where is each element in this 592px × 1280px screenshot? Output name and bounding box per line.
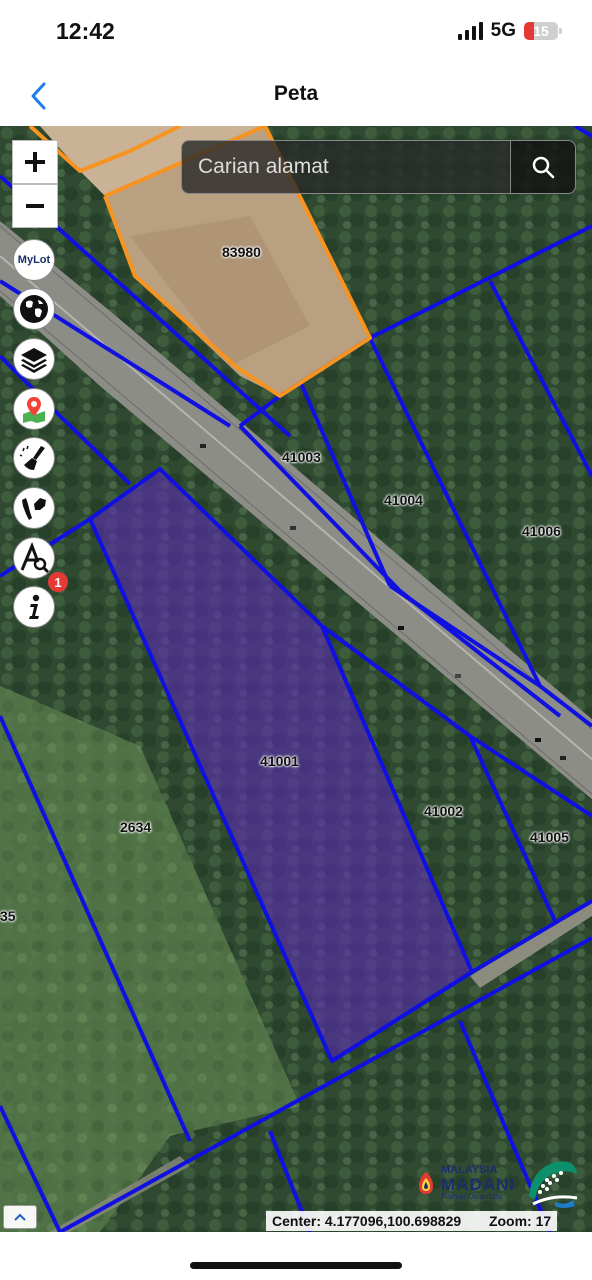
center-coordinates: Center: 4.177096,100.698829: [272, 1213, 462, 1229]
mylot-icon: MyLot: [17, 254, 51, 266]
page-title: Peta: [273, 82, 319, 105]
mylot-button[interactable]: MyLot: [13, 239, 55, 281]
location-button[interactable]: [13, 388, 55, 430]
lot-label: 83980: [222, 244, 261, 260]
lot-label: 2634: [120, 819, 152, 835]
navigation-bar: Peta: [0, 66, 592, 127]
agency-logo-icon: [529, 1161, 578, 1208]
search-input[interactable]: Carian alamat: [181, 140, 511, 194]
zoom-level: Zoom: 17: [488, 1213, 552, 1229]
malaysia-madani-logo: MALAYSIA MADANI Rakyat Disantuni: [415, 1165, 515, 1201]
lot-label: 41002: [424, 803, 463, 819]
layers-button[interactable]: [13, 338, 55, 380]
lot-label: 41006: [522, 523, 561, 539]
madani-line-2: MADANI: [441, 1175, 515, 1194]
network-type: 5G: [490, 20, 516, 41]
info-icon: [29, 594, 40, 619]
search-placeholder: Carian alamat: [198, 155, 329, 178]
map-marker-icon: [23, 397, 45, 423]
malaysia-map-button[interactable]: [13, 487, 55, 529]
battery-level: 15: [533, 23, 549, 39]
info-button[interactable]: [13, 586, 55, 628]
eraser-icon: [19, 445, 45, 470]
search-button[interactable]: [510, 140, 576, 194]
lot-label: 35: [0, 908, 16, 924]
madani-tagline: Rakyat Disantuni: [441, 1192, 502, 1201]
search-icon: [532, 156, 555, 179]
status-indicators: 5G 15: [457, 20, 562, 42]
malaysia-map-icon: [22, 498, 46, 520]
minus-icon: [26, 204, 44, 208]
info-badge: 1: [48, 572, 68, 592]
lot-label: 41003: [282, 449, 321, 465]
bottom-safe-area: [0, 1232, 592, 1280]
basemap-button[interactable]: [13, 288, 55, 330]
map-view[interactable]: 83980 41003 41004 41006 41001 2634 41002…: [0, 126, 592, 1232]
measure-icon: [20, 542, 50, 574]
signal-icon: [457, 22, 483, 40]
lot-label: 41005: [530, 829, 569, 845]
zoom-in-button[interactable]: [12, 140, 58, 184]
measure-button[interactable]: [13, 537, 55, 579]
map-coordinates: Center: 4.177096,100.698829 Zoom: 17: [266, 1211, 558, 1231]
battery-icon: 15: [524, 22, 562, 40]
layers-icon: [21, 348, 47, 373]
status-time: 12:42: [56, 18, 115, 44]
plus-icon: [25, 152, 45, 172]
clear-button[interactable]: [13, 437, 55, 479]
expand-button[interactable]: [3, 1205, 37, 1229]
lot-label: 41004: [384, 492, 423, 508]
sponsor-logos: MALAYSIA MADANI Rakyat Disantuni: [415, 1156, 579, 1210]
status-bar: 12:42 5G 15: [0, 0, 592, 66]
home-indicator[interactable]: [190, 1262, 402, 1269]
madani-emblem-icon: [419, 1172, 433, 1194]
globe-icon: [20, 295, 48, 323]
zoom-out-button[interactable]: [12, 184, 58, 228]
map-canvas: [0, 126, 592, 1232]
chevron-up-icon: [14, 1213, 26, 1221]
lot-label: 41001: [260, 753, 299, 769]
